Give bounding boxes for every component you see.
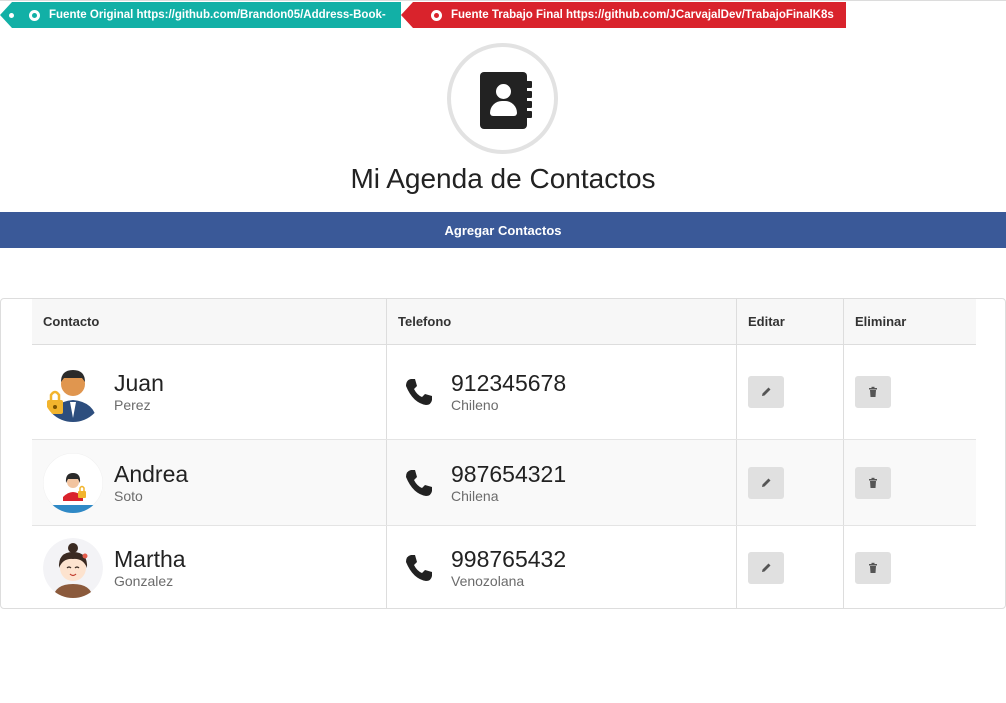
contact-last-name: Gonzalez xyxy=(114,572,174,589)
phone-number: 912345678 xyxy=(451,370,567,396)
phone-number: 987654321 xyxy=(451,460,567,487)
original-source-label: Fuente Original https://github.com/Brand… xyxy=(49,9,386,21)
contact-cell: Martha Gonzalez xyxy=(32,526,387,609)
logo xyxy=(447,43,558,154)
contacts-card: Contacto Telefono Editar Eliminar Juan P… xyxy=(0,298,1006,609)
table-row: Andrea Soto 987654321 Chilena xyxy=(32,440,976,526)
edit-button[interactable] xyxy=(748,466,784,499)
column-header-phone: Telefono xyxy=(387,299,737,344)
phone-icon xyxy=(406,554,432,581)
original-source-ribbon[interactable]: Fuente Original https://github.com/Brand… xyxy=(0,2,401,28)
phone-icon xyxy=(406,469,432,496)
contact-first-name: Martha xyxy=(114,545,186,572)
contact-last-name: Perez xyxy=(114,397,151,413)
contact-first-name: Andrea xyxy=(114,460,189,487)
delete-cell xyxy=(844,526,976,609)
github-icon xyxy=(29,9,40,21)
delete-button[interactable] xyxy=(855,376,891,408)
address-book-icon xyxy=(480,72,532,129)
trash-icon xyxy=(869,386,877,397)
phone-icon xyxy=(406,379,432,405)
delete-cell xyxy=(844,440,976,525)
pencil-icon xyxy=(762,387,771,396)
man-with-lock-avatar xyxy=(43,362,103,422)
table-row: Juan Perez 912345678 Chileno xyxy=(32,345,976,440)
add-contacts-link[interactable]: Agregar Contactos xyxy=(444,223,561,238)
contact-last-name: Soto xyxy=(114,487,143,504)
phone-cell: 998765432 Venozolana xyxy=(387,526,737,609)
final-source-ribbon[interactable]: Fuente Trabajo Final https://github.com/… xyxy=(401,2,846,28)
edit-cell xyxy=(737,526,844,609)
column-header-delete: Eliminar xyxy=(855,314,907,329)
table-header: Contacto Telefono Editar Eliminar xyxy=(32,299,976,345)
table-row: Martha Gonzalez 998765432 Venozolana xyxy=(32,526,976,609)
edit-button[interactable] xyxy=(748,376,784,408)
pencil-icon xyxy=(762,563,771,572)
bullet-dot-icon xyxy=(9,12,14,18)
phone-cell: 987654321 Chilena xyxy=(387,440,737,525)
trash-icon xyxy=(869,477,877,488)
contacts-table: Contacto Telefono Editar Eliminar Juan P… xyxy=(32,299,976,609)
column-header-contact: Contacto xyxy=(32,299,387,344)
contact-first-name: Juan xyxy=(114,370,164,396)
top-divider xyxy=(0,0,1006,1)
nationality: Chilena xyxy=(451,487,499,504)
final-source-label: Fuente Trabajo Final https://github.com/… xyxy=(451,9,834,21)
smiling-woman-avatar xyxy=(43,537,103,598)
edit-cell xyxy=(737,345,844,439)
edit-cell xyxy=(737,440,844,525)
nav-bar: Agregar Contactos xyxy=(0,212,1006,248)
nationality: Chileno xyxy=(451,397,499,413)
phone-cell: 912345678 Chileno xyxy=(387,345,737,439)
contact-cell: Juan Perez xyxy=(32,345,387,439)
delete-button[interactable] xyxy=(855,466,891,499)
woman-with-lock-avatar xyxy=(43,452,103,513)
delete-cell xyxy=(844,345,976,439)
github-icon xyxy=(431,9,442,21)
page-title: Mi Agenda de Contactos xyxy=(350,163,656,194)
edit-button[interactable] xyxy=(748,551,784,584)
trash-icon xyxy=(869,562,877,573)
phone-number: 998765432 xyxy=(451,545,567,572)
delete-button[interactable] xyxy=(855,551,891,584)
nationality: Venozolana xyxy=(451,572,525,589)
pencil-icon xyxy=(762,478,771,487)
column-header-edit: Editar xyxy=(737,299,844,344)
contact-cell: Andrea Soto xyxy=(32,440,387,525)
